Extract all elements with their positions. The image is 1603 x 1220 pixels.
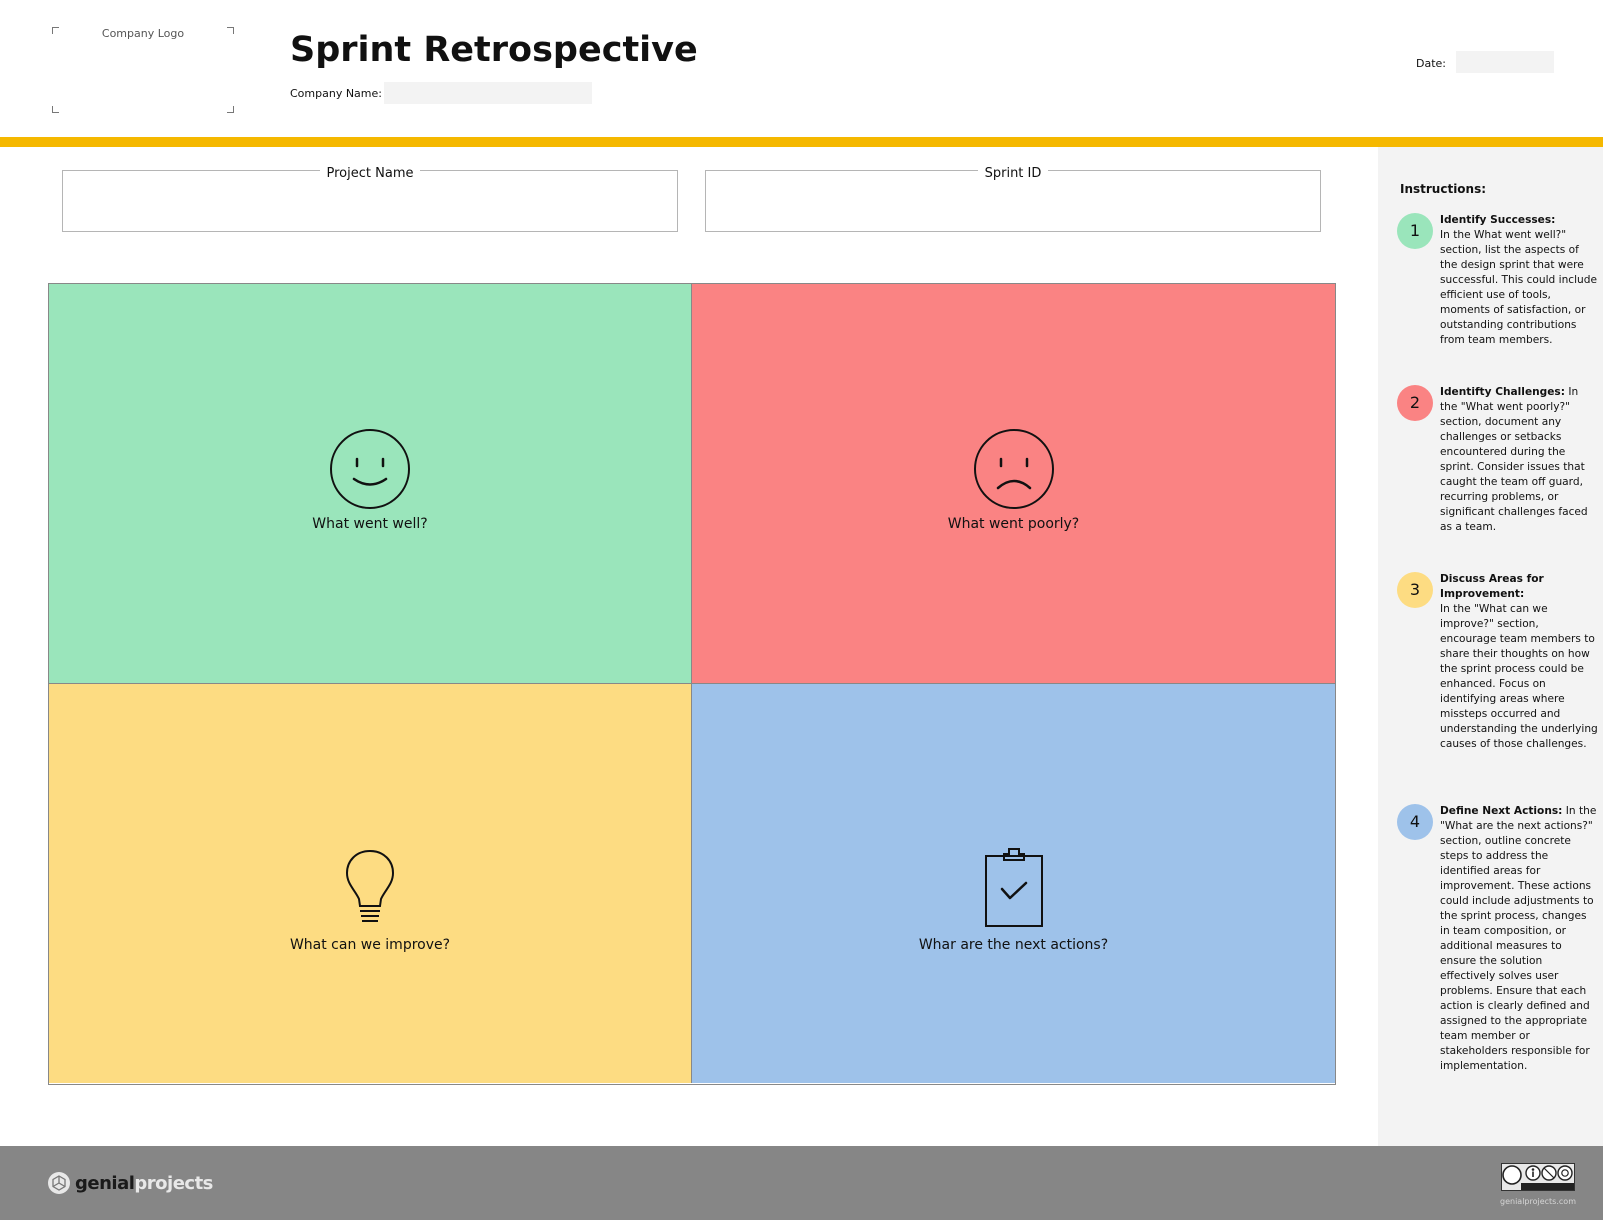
genial-projects-logo-icon <box>48 1172 70 1194</box>
quadrant-label: What went poorly? <box>947 516 1080 532</box>
step-number-badge: 4 <box>1397 804 1433 840</box>
date-field[interactable] <box>1456 51 1554 73</box>
retrospective-grid: What went well? What went poorly? What c… <box>48 283 1336 1085</box>
footer: genialprojects genialprojects.com <box>0 1146 1603 1220</box>
lightbulb-icon <box>345 849 395 922</box>
project-name-field[interactable]: Project Name <box>62 166 678 232</box>
instructions-sidebar: Instructions: 1 Identify Successes: In th… <box>1378 147 1603 1146</box>
quadrant-label: Whar are the next actions? <box>918 937 1109 953</box>
company-name-label: Company Name: <box>290 87 382 100</box>
step-heading: Define Next Actions: <box>1440 805 1563 817</box>
company-name-field[interactable] <box>384 82 592 104</box>
header-accent-bar <box>0 137 1603 147</box>
sad-face-icon <box>973 429 1054 509</box>
instructions-title: Instructions: <box>1400 182 1487 196</box>
quadrant-label: What can we improve? <box>289 937 451 953</box>
step-body: In the "What went poorly?" section, docu… <box>1440 386 1588 533</box>
project-name-label: Project Name <box>319 166 421 181</box>
step-heading: Discuss Areas for Improvement: <box>1440 573 1544 600</box>
smiley-icon <box>330 429 410 509</box>
license-url: genialprojects.com <box>1500 1197 1576 1206</box>
company-logo-placeholder[interactable]: Company Logo <box>52 27 234 113</box>
creative-commons-icon <box>1501 1163 1575 1191</box>
brand-name-genial: genial <box>75 1172 135 1194</box>
quadrant-what-went-well[interactable]: What went well? <box>49 284 692 684</box>
sprint-id-label: Sprint ID <box>977 166 1049 181</box>
header: Company Logo Sprint Retrospective Compan… <box>0 0 1603 137</box>
clipboard-check-icon <box>984 848 1043 927</box>
step-body: In the "What can we improve?" section, e… <box>1440 603 1598 750</box>
logo-placeholder-text: Company Logo <box>101 27 185 40</box>
quadrant-next-actions[interactable]: Whar are the next actions? <box>692 684 1335 1083</box>
sprint-id-field[interactable]: Sprint ID <box>705 166 1321 232</box>
quadrant-what-went-poorly[interactable]: What went poorly? <box>692 284 1335 684</box>
brand-logo[interactable]: genialprojects <box>47 1170 213 1196</box>
step-number-badge: 2 <box>1397 385 1433 421</box>
step-body: In the What went well?" section, list th… <box>1440 229 1598 346</box>
step-number-badge: 3 <box>1397 572 1433 608</box>
step-heading: Identifty Challenges: <box>1440 386 1565 398</box>
quadrant-label: What went well? <box>312 516 428 532</box>
step-body: In the "What are the next actions?" sect… <box>1440 805 1597 1072</box>
step-number-badge: 1 <box>1397 213 1433 249</box>
date-label: Date: <box>1416 57 1446 70</box>
step-heading: Identify Successes: <box>1440 214 1556 226</box>
page-title: Sprint Retrospective <box>290 30 698 70</box>
brand-name-projects: projects <box>134 1172 213 1194</box>
quadrant-what-can-we-improve[interactable]: What can we improve? <box>49 684 692 1083</box>
